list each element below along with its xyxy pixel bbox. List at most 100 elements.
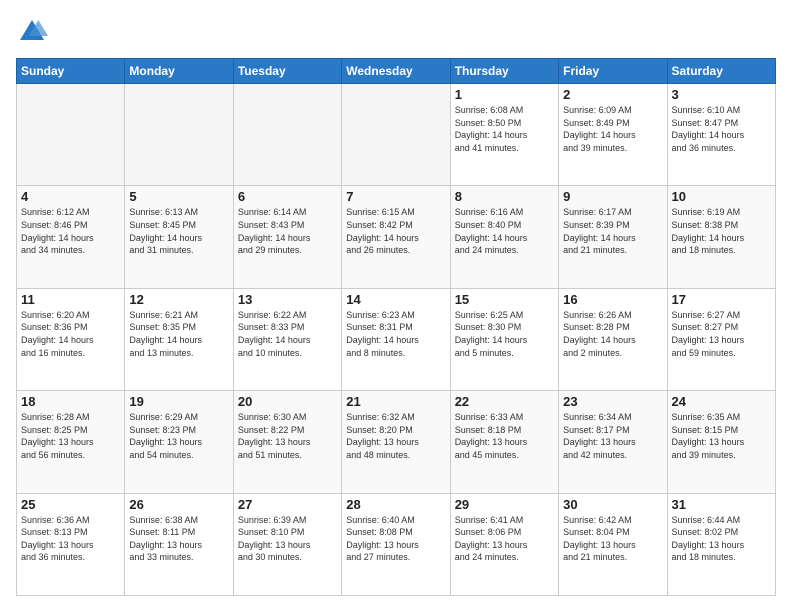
day-info: Sunrise: 6:08 AM Sunset: 8:50 PM Dayligh… [455, 104, 554, 154]
day-info: Sunrise: 6:14 AM Sunset: 8:43 PM Dayligh… [238, 206, 337, 256]
day-info: Sunrise: 6:17 AM Sunset: 8:39 PM Dayligh… [563, 206, 662, 256]
calendar-cell: 16Sunrise: 6:26 AM Sunset: 8:28 PM Dayli… [559, 288, 667, 390]
calendar-cell: 4Sunrise: 6:12 AM Sunset: 8:46 PM Daylig… [17, 186, 125, 288]
weekday-header-wednesday: Wednesday [342, 59, 450, 84]
header [16, 16, 776, 48]
calendar-cell: 10 Sunrise: 6:19 AM Sunset: 8:38 PM Dayli… [667, 186, 775, 288]
day-info: Sunrise: 6:28 AM Sunset: 8:25 PM Dayligh… [21, 411, 120, 461]
calendar-cell [17, 84, 125, 186]
calendar-cell: 17 Sunrise: 6:27 AM Sunset: 8:27 PM Dayli… [667, 288, 775, 390]
calendar-cell: 15 Sunrise: 6:25 AM Sunset: 8:30 PM Dayli… [450, 288, 558, 390]
weekday-header-tuesday: Tuesday [233, 59, 341, 84]
day-number: 24 [672, 394, 771, 409]
day-number: 13 [238, 292, 337, 307]
day-number: 11 [21, 292, 120, 307]
day-info: Sunrise: 6:09 AM Sunset: 8:49 PM Dayligh… [563, 104, 662, 154]
day-info: Sunrise: 6:32 AM Sunset: 8:20 PM Dayligh… [346, 411, 445, 461]
logo-icon [16, 16, 48, 48]
day-info: Sunrise: 6:16 AM Sunset: 8:40 PM Dayligh… [455, 206, 554, 256]
calendar-cell: 18Sunrise: 6:28 AM Sunset: 8:25 PM Dayli… [17, 391, 125, 493]
day-number: 2 [563, 87, 662, 102]
day-number: 22 [455, 394, 554, 409]
calendar-cell: 8 Sunrise: 6:16 AM Sunset: 8:40 PM Daylig… [450, 186, 558, 288]
day-number: 12 [129, 292, 228, 307]
day-info: Sunrise: 6:41 AM Sunset: 8:06 PM Dayligh… [455, 514, 554, 564]
calendar-cell: 9 Sunrise: 6:17 AM Sunset: 8:39 PM Daylig… [559, 186, 667, 288]
weekday-header-row: SundayMondayTuesdayWednesdayThursdayFrid… [17, 59, 776, 84]
day-number: 9 [563, 189, 662, 204]
weekday-header-sunday: Sunday [17, 59, 125, 84]
logo [16, 16, 52, 48]
weekday-header-friday: Friday [559, 59, 667, 84]
day-number: 29 [455, 497, 554, 512]
calendar-cell: 30 Sunrise: 6:42 AM Sunset: 8:04 PM Dayli… [559, 493, 667, 595]
calendar-cell: 2 Sunrise: 6:09 AM Sunset: 8:49 PM Daylig… [559, 84, 667, 186]
day-info: Sunrise: 6:30 AM Sunset: 8:22 PM Dayligh… [238, 411, 337, 461]
calendar-cell: 23 Sunrise: 6:34 AM Sunset: 8:17 PM Dayli… [559, 391, 667, 493]
calendar-cell: 28Sunrise: 6:40 AM Sunset: 8:08 PM Dayli… [342, 493, 450, 595]
day-number: 25 [21, 497, 120, 512]
weekday-header-thursday: Thursday [450, 59, 558, 84]
day-number: 14 [346, 292, 445, 307]
week-row-5: 25 Sunrise: 6:36 AM Sunset: 8:13 PM Dayli… [17, 493, 776, 595]
day-info: Sunrise: 6:20 AM Sunset: 8:36 PM Dayligh… [21, 309, 120, 359]
day-info: Sunrise: 6:38 AM Sunset: 8:11 PM Dayligh… [129, 514, 228, 564]
calendar-cell: 29 Sunrise: 6:41 AM Sunset: 8:06 PM Dayli… [450, 493, 558, 595]
calendar-table: SundayMondayTuesdayWednesdayThursdayFrid… [16, 58, 776, 596]
day-number: 15 [455, 292, 554, 307]
weekday-header-monday: Monday [125, 59, 233, 84]
day-info: Sunrise: 6:36 AM Sunset: 8:13 PM Dayligh… [21, 514, 120, 564]
day-info: Sunrise: 6:29 AM Sunset: 8:23 PM Dayligh… [129, 411, 228, 461]
calendar-cell [233, 84, 341, 186]
day-number: 28 [346, 497, 445, 512]
day-info: Sunrise: 6:33 AM Sunset: 8:18 PM Dayligh… [455, 411, 554, 461]
day-number: 20 [238, 394, 337, 409]
calendar-cell: 22 Sunrise: 6:33 AM Sunset: 8:18 PM Dayli… [450, 391, 558, 493]
calendar-cell: 3 Sunrise: 6:10 AM Sunset: 8:47 PM Daylig… [667, 84, 775, 186]
day-info: Sunrise: 6:12 AM Sunset: 8:46 PM Dayligh… [21, 206, 120, 256]
day-number: 17 [672, 292, 771, 307]
day-number: 1 [455, 87, 554, 102]
calendar-cell: 27 Sunrise: 6:39 AM Sunset: 8:10 PM Dayli… [233, 493, 341, 595]
day-number: 23 [563, 394, 662, 409]
calendar-cell: 5Sunrise: 6:13 AM Sunset: 8:45 PM Daylig… [125, 186, 233, 288]
calendar-cell: 24 Sunrise: 6:35 AM Sunset: 8:15 PM Dayli… [667, 391, 775, 493]
calendar-cell [342, 84, 450, 186]
day-number: 3 [672, 87, 771, 102]
calendar-cell: 6 Sunrise: 6:14 AM Sunset: 8:43 PM Daylig… [233, 186, 341, 288]
day-info: Sunrise: 6:25 AM Sunset: 8:30 PM Dayligh… [455, 309, 554, 359]
day-info: Sunrise: 6:42 AM Sunset: 8:04 PM Dayligh… [563, 514, 662, 564]
calendar-cell: 11 Sunrise: 6:20 AM Sunset: 8:36 PM Dayli… [17, 288, 125, 390]
day-number: 16 [563, 292, 662, 307]
day-number: 6 [238, 189, 337, 204]
day-info: Sunrise: 6:35 AM Sunset: 8:15 PM Dayligh… [672, 411, 771, 461]
week-row-4: 18Sunrise: 6:28 AM Sunset: 8:25 PM Dayli… [17, 391, 776, 493]
week-row-1: 1 Sunrise: 6:08 AM Sunset: 8:50 PM Daylig… [17, 84, 776, 186]
day-number: 30 [563, 497, 662, 512]
calendar-cell: 31Sunrise: 6:44 AM Sunset: 8:02 PM Dayli… [667, 493, 775, 595]
calendar-cell: 7 Sunrise: 6:15 AM Sunset: 8:42 PM Daylig… [342, 186, 450, 288]
day-info: Sunrise: 6:21 AM Sunset: 8:35 PM Dayligh… [129, 309, 228, 359]
day-info: Sunrise: 6:22 AM Sunset: 8:33 PM Dayligh… [238, 309, 337, 359]
day-number: 10 [672, 189, 771, 204]
calendar-cell: 19Sunrise: 6:29 AM Sunset: 8:23 PM Dayli… [125, 391, 233, 493]
calendar-cell: 26Sunrise: 6:38 AM Sunset: 8:11 PM Dayli… [125, 493, 233, 595]
week-row-3: 11 Sunrise: 6:20 AM Sunset: 8:36 PM Dayli… [17, 288, 776, 390]
day-number: 7 [346, 189, 445, 204]
calendar-cell [125, 84, 233, 186]
calendar-cell: 20 Sunrise: 6:30 AM Sunset: 8:22 PM Dayli… [233, 391, 341, 493]
day-info: Sunrise: 6:10 AM Sunset: 8:47 PM Dayligh… [672, 104, 771, 154]
day-number: 21 [346, 394, 445, 409]
day-info: Sunrise: 6:13 AM Sunset: 8:45 PM Dayligh… [129, 206, 228, 256]
calendar-cell: 12 Sunrise: 6:21 AM Sunset: 8:35 PM Dayli… [125, 288, 233, 390]
calendar-cell: 25 Sunrise: 6:36 AM Sunset: 8:13 PM Dayli… [17, 493, 125, 595]
day-number: 27 [238, 497, 337, 512]
calendar-cell: 21 Sunrise: 6:32 AM Sunset: 8:20 PM Dayli… [342, 391, 450, 493]
day-info: Sunrise: 6:15 AM Sunset: 8:42 PM Dayligh… [346, 206, 445, 256]
day-info: Sunrise: 6:19 AM Sunset: 8:38 PM Dayligh… [672, 206, 771, 256]
day-info: Sunrise: 6:34 AM Sunset: 8:17 PM Dayligh… [563, 411, 662, 461]
day-info: Sunrise: 6:39 AM Sunset: 8:10 PM Dayligh… [238, 514, 337, 564]
day-number: 8 [455, 189, 554, 204]
day-number: 31 [672, 497, 771, 512]
day-info: Sunrise: 6:27 AM Sunset: 8:27 PM Dayligh… [672, 309, 771, 359]
